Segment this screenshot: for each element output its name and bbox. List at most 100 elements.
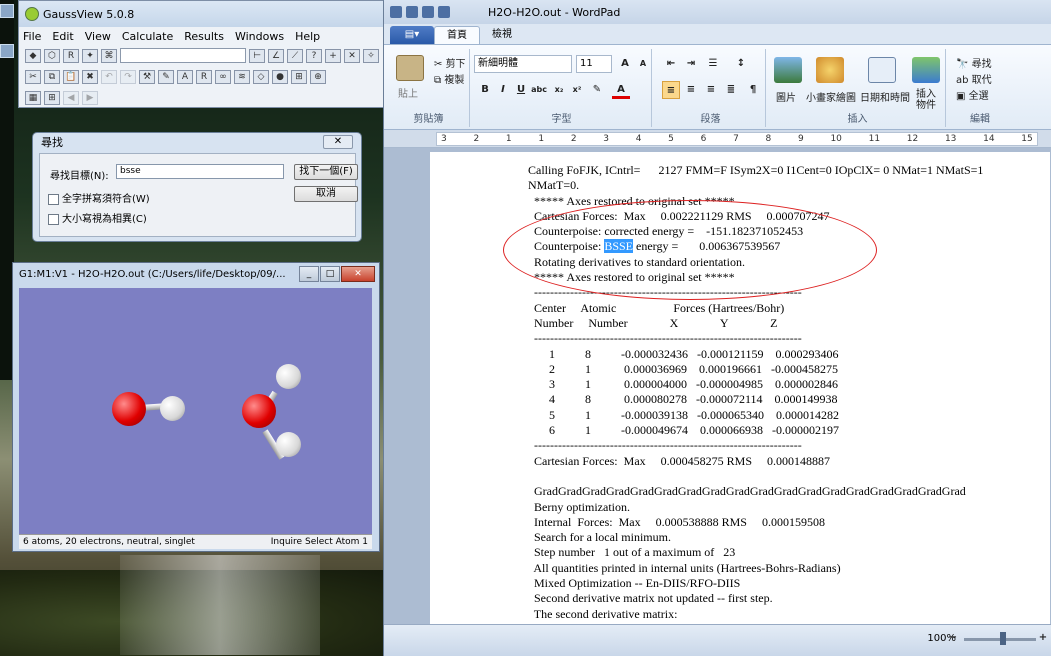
whole-word-checkbox[interactable] bbox=[48, 193, 59, 205]
font-color-icon[interactable]: A bbox=[612, 81, 630, 99]
symmetry-icon[interactable]: A bbox=[177, 69, 193, 84]
zoom-out-button[interactable]: − bbox=[944, 629, 962, 647]
subscript-button[interactable]: x₂ bbox=[550, 81, 568, 99]
add-valence-icon[interactable]: + bbox=[325, 48, 341, 63]
molecule-canvas[interactable] bbox=[19, 288, 372, 534]
file-menu-button[interactable]: ▤▾ bbox=[390, 26, 434, 44]
oxygen-atom[interactable] bbox=[112, 392, 146, 426]
bold-button[interactable]: B bbox=[476, 81, 494, 99]
object-icon[interactable] bbox=[912, 57, 940, 83]
grid-icon[interactable]: ⊞ bbox=[44, 90, 60, 105]
font-size-select[interactable]: 11 bbox=[576, 55, 612, 73]
desktop-icon[interactable] bbox=[0, 44, 14, 58]
delete-icon[interactable]: ✖ bbox=[82, 69, 98, 84]
highlight-icon[interactable]: ✎ bbox=[588, 81, 606, 99]
hydrogen-atom[interactable] bbox=[160, 396, 185, 421]
align-left-icon[interactable]: ≡ bbox=[662, 81, 680, 99]
wordpad-titlebar[interactable]: H2O-H2O.out - WordPad bbox=[384, 0, 1051, 24]
menu-windows[interactable]: Windows bbox=[235, 30, 284, 43]
undo-icon[interactable]: ↶ bbox=[101, 69, 117, 84]
cut-button[interactable]: ✂ 剪下 bbox=[434, 55, 466, 70]
find-dialog-close-button[interactable]: ✕ bbox=[323, 135, 353, 149]
menu-file[interactable]: File bbox=[23, 30, 41, 43]
object-button[interactable]: 插入 物件 bbox=[916, 89, 936, 111]
paste-icon[interactable]: 📋 bbox=[63, 69, 79, 84]
add-fragment-icon[interactable]: ⊞ bbox=[291, 69, 307, 84]
paint-icon[interactable] bbox=[816, 57, 844, 83]
find-next-button[interactable]: 找下一個(F) bbox=[294, 164, 358, 180]
calendar-icon[interactable] bbox=[868, 57, 896, 83]
dihedral-icon[interactable]: ⟋ bbox=[287, 48, 303, 63]
undo-icon[interactable] bbox=[422, 6, 434, 18]
redo-icon[interactable]: ↷ bbox=[120, 69, 136, 84]
underline-button[interactable]: U bbox=[512, 81, 530, 99]
menu-help[interactable]: Help bbox=[295, 30, 320, 43]
brush-icon[interactable]: ✎ bbox=[158, 69, 174, 84]
bullets-icon[interactable]: ☰ bbox=[704, 55, 722, 73]
whole-word-option[interactable]: 全字拼寫須符合(W) bbox=[48, 190, 150, 205]
zoom-in-button[interactable]: + bbox=[1034, 629, 1051, 647]
zoom-slider-thumb[interactable] bbox=[1000, 632, 1006, 645]
decrease-indent-icon[interactable]: ⇤ bbox=[662, 55, 680, 73]
biological-icon[interactable]: ✦ bbox=[82, 48, 98, 63]
ring-icon[interactable]: ⬡ bbox=[44, 48, 60, 63]
forward-arrow-icon[interactable]: ▶ bbox=[82, 90, 98, 105]
line-spacing-icon[interactable]: ↕ bbox=[732, 55, 750, 73]
app-menu-icon[interactable] bbox=[390, 6, 402, 18]
find-button[interactable]: 🔭 尋找 bbox=[956, 55, 992, 70]
increase-indent-icon[interactable]: ⇥ bbox=[682, 55, 700, 73]
shrink-font-button[interactable]: A bbox=[634, 55, 652, 73]
copy-button[interactable]: ⧉ 複製 bbox=[434, 71, 464, 86]
link-icon[interactable]: ∞ bbox=[215, 69, 231, 84]
find-cancel-button[interactable]: 取消 bbox=[294, 186, 358, 202]
replace-button[interactable]: ab 取代 bbox=[956, 71, 992, 86]
oxygen-atom[interactable] bbox=[242, 394, 276, 428]
back-arrow-icon[interactable]: ◀ bbox=[63, 90, 79, 105]
desktop-icon[interactable] bbox=[0, 4, 14, 18]
r-group-icon[interactable]: R bbox=[63, 48, 79, 63]
find-target-input[interactable]: bsse bbox=[116, 164, 284, 179]
strikethrough-button[interactable]: abc bbox=[530, 81, 548, 99]
clean-icon[interactable]: ✧ bbox=[363, 48, 379, 63]
paste-icon[interactable] bbox=[396, 55, 424, 81]
select-all-button[interactable]: ▣ 全選 bbox=[956, 87, 989, 102]
tab-home[interactable]: 首頁 bbox=[434, 26, 480, 44]
ruler[interactable]: 3 2 1 1 2 3 4 5 6 7 8 9 10 11 12 13 14 15 bbox=[384, 130, 1051, 148]
cut-icon[interactable]: ✂ bbox=[25, 69, 41, 84]
paste-button[interactable]: 貼上 bbox=[398, 85, 418, 100]
italic-button[interactable]: I bbox=[494, 81, 512, 99]
match-case-option[interactable]: 大小寫視為相異(C) bbox=[48, 210, 147, 225]
inquire-icon[interactable]: ? bbox=[306, 48, 322, 63]
picture-icon[interactable] bbox=[774, 57, 802, 83]
superscript-button[interactable]: x² bbox=[568, 81, 586, 99]
atom-list-icon[interactable]: ● bbox=[272, 69, 288, 84]
save-icon[interactable] bbox=[406, 6, 418, 18]
paint-button[interactable]: 小畫家繪圖 bbox=[806, 89, 856, 104]
justify-icon[interactable]: ≣ bbox=[722, 81, 740, 99]
align-right-icon[interactable]: ≡ bbox=[702, 81, 720, 99]
hydrogen-atom[interactable] bbox=[276, 364, 301, 389]
custom-fragment-icon[interactable]: ⌘ bbox=[101, 48, 117, 63]
layers-icon[interactable]: ≋ bbox=[234, 69, 250, 84]
align-center-icon[interactable]: ≡ bbox=[682, 81, 700, 99]
match-case-checkbox[interactable] bbox=[48, 213, 59, 225]
minimize-button[interactable]: _ bbox=[299, 266, 319, 282]
bond-icon[interactable]: ⊢ bbox=[249, 48, 265, 63]
hydrogen-atom[interactable] bbox=[276, 432, 301, 457]
build-icon[interactable]: ⚒ bbox=[139, 69, 155, 84]
close-button[interactable]: ✕ bbox=[341, 266, 375, 282]
menu-edit[interactable]: Edit bbox=[52, 30, 73, 43]
fragment-combo[interactable] bbox=[120, 48, 246, 63]
center-icon[interactable]: ⊕ bbox=[310, 69, 326, 84]
paragraph-settings-icon[interactable]: ¶ bbox=[744, 81, 762, 99]
find-dialog-titlebar[interactable]: 尋找 ✕ bbox=[33, 133, 361, 151]
delete-atom-icon[interactable]: ✕ bbox=[344, 48, 360, 63]
tab-view[interactable]: 檢視 bbox=[480, 26, 524, 44]
maximize-button[interactable]: □ bbox=[320, 266, 340, 282]
datetime-button[interactable]: 日期和時間 bbox=[860, 89, 910, 104]
element-icon[interactable]: ◆ bbox=[25, 48, 41, 63]
r-label-icon[interactable]: R bbox=[196, 69, 212, 84]
gaussview-titlebar[interactable]: GaussView 5.0.8 bbox=[19, 1, 383, 27]
window-tile-icon[interactable]: ▦ bbox=[25, 90, 41, 105]
menu-calculate[interactable]: Calculate bbox=[122, 30, 173, 43]
